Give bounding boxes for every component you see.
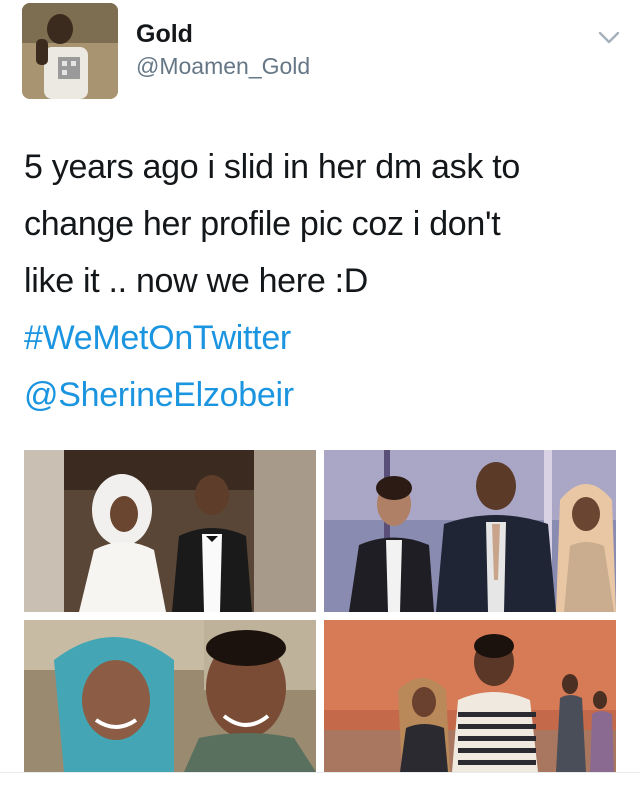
user-handle[interactable]: @Moamen_Gold bbox=[136, 51, 310, 81]
tweet-text: 5 years ago i slid in her dm ask to chan… bbox=[24, 139, 614, 424]
tweet-text-line: 5 years ago i slid in her dm ask to bbox=[24, 148, 520, 186]
couple-selfie-photo[interactable] bbox=[24, 620, 316, 772]
hashtag-link[interactable]: #WeMetOnTwitter bbox=[24, 310, 614, 367]
user-names: Gold @Moamen_Gold bbox=[136, 19, 310, 81]
couple-party-photo[interactable] bbox=[324, 620, 616, 772]
avatar-image bbox=[22, 3, 118, 99]
divider bbox=[0, 772, 640, 773]
tweet-header: Gold @Moamen_Gold bbox=[22, 3, 622, 99]
tweet-text-line: change her profile pic coz i don't bbox=[24, 205, 501, 243]
display-name[interactable]: Gold bbox=[136, 19, 310, 49]
three-people-event-photo[interactable] bbox=[324, 450, 616, 612]
mention-link[interactable]: @SherineElzobeir bbox=[24, 367, 614, 424]
chevron-down-icon[interactable] bbox=[595, 23, 623, 51]
avatar[interactable] bbox=[22, 3, 118, 99]
tweet-text-line: like it .. now we here :D bbox=[24, 262, 368, 300]
media-grid bbox=[24, 450, 616, 772]
wedding-couple-photo[interactable] bbox=[24, 450, 316, 612]
tweet-card: Gold @Moamen_Gold 5 years ago i slid in … bbox=[0, 0, 640, 786]
